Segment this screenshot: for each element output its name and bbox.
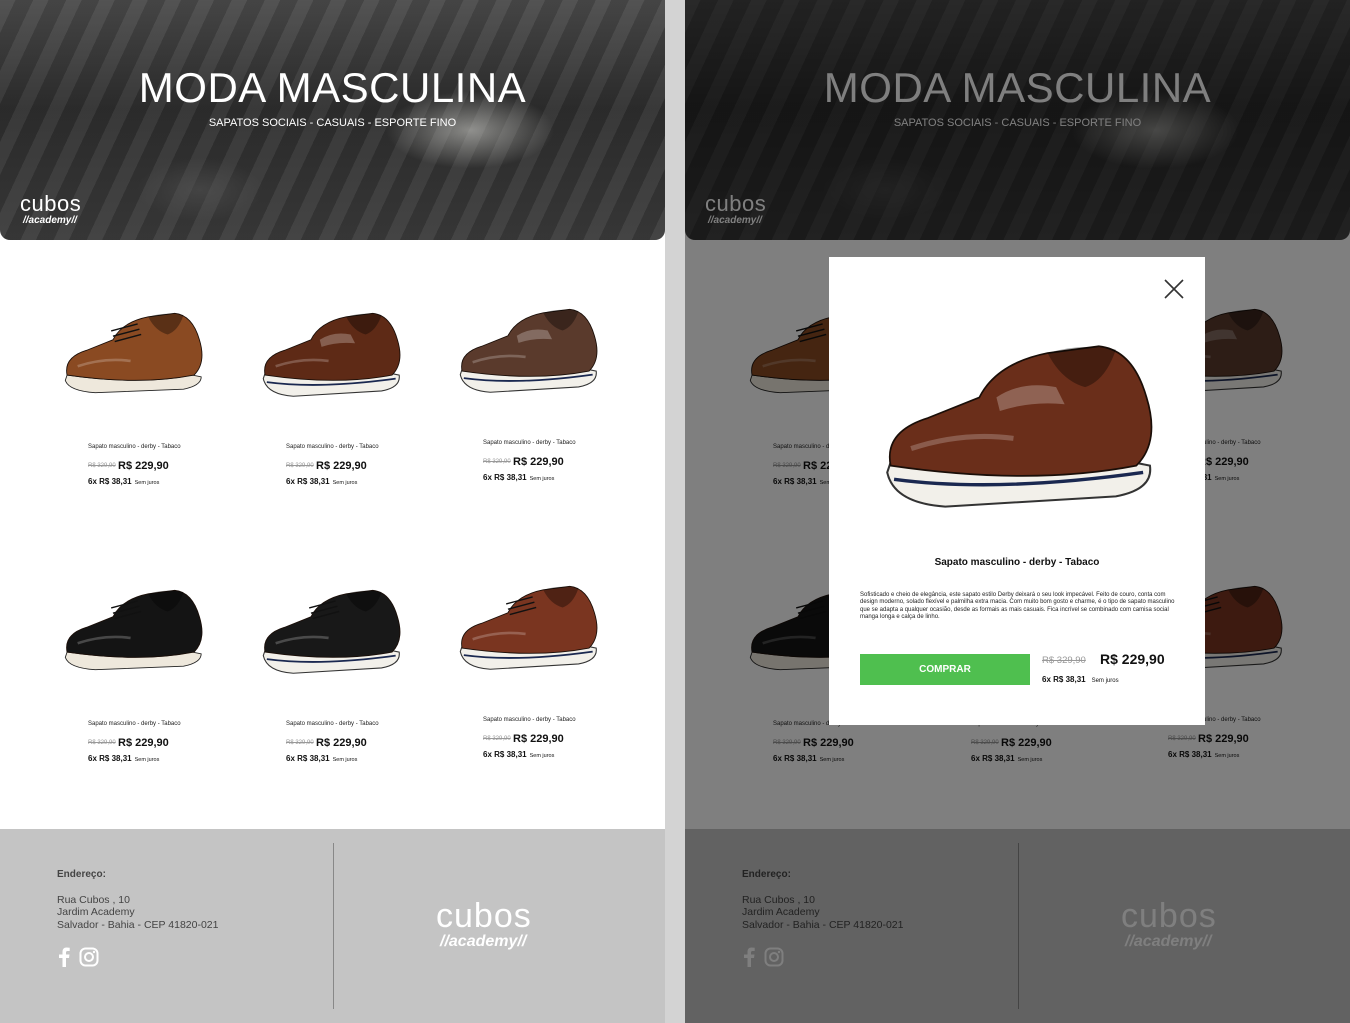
facebook-icon[interactable] bbox=[57, 947, 71, 967]
product-old-price: R$ 329,90 bbox=[483, 736, 511, 742]
product-image bbox=[459, 308, 598, 393]
modal-price: R$ 229,90 bbox=[1100, 651, 1165, 667]
product-installments: 6x R$ 38,31Sem juros bbox=[483, 750, 554, 759]
installments-value: 6x R$ 38,31 bbox=[483, 473, 527, 482]
product-name: Sapato masculino - derby - Tabaco bbox=[286, 444, 379, 450]
product-price: R$ 229,90 bbox=[316, 460, 367, 472]
footer-logo-word: cubos bbox=[436, 897, 532, 935]
product-image bbox=[262, 312, 401, 397]
product-old-price: R$ 329,90 bbox=[88, 740, 116, 746]
product-image bbox=[262, 589, 401, 674]
interest-free-label: Sem juros bbox=[529, 753, 555, 759]
product-price: R$ 229,90 bbox=[118, 737, 169, 749]
modal-product-name: Sapato masculino - derby - Tabaco bbox=[934, 557, 1100, 568]
installments-value: 6x R$ 38,31 bbox=[286, 754, 330, 763]
product-old-price: R$ 329,90 bbox=[286, 463, 314, 469]
product-price: R$ 229,90 bbox=[316, 737, 367, 749]
address-street: Rua Cubos , 10 bbox=[57, 894, 130, 906]
footer-divider bbox=[333, 843, 334, 1009]
product-image bbox=[64, 589, 203, 671]
product-image bbox=[64, 312, 203, 394]
installments-value: 6x R$ 38,31 bbox=[483, 750, 527, 759]
address-label: Endereço: bbox=[57, 869, 106, 880]
hero-banner: MODA MASCULINA SAPATOS SOCIAIS - CASUAIS … bbox=[0, 0, 665, 240]
site-footer: Endereço: Rua Cubos , 10Jardim AcademySal… bbox=[0, 829, 665, 1023]
product-price: R$ 229,90 bbox=[513, 456, 564, 468]
product-name: Sapato masculino - derby - Tabaco bbox=[88, 444, 181, 450]
interest-free-label: Sem juros bbox=[332, 757, 358, 763]
social-links bbox=[57, 947, 99, 967]
interest-free-label: Sem juros bbox=[134, 480, 160, 486]
address-city: Salvador - Bahia - CEP 41820-021 bbox=[57, 919, 219, 931]
address-district: Jardim Academy bbox=[57, 906, 135, 918]
page-title: MODA MASCULINA bbox=[138, 64, 527, 111]
product-installments: 6x R$ 38,31Sem juros bbox=[286, 754, 357, 763]
brand-logo: cubos//academy// bbox=[20, 191, 82, 227]
footer-logo-sub: //academy// bbox=[440, 933, 527, 950]
footer-logo: cubos//academy// bbox=[436, 899, 532, 951]
product-card[interactable]: Sapato masculino - derby - Tabaco R$ 329,… bbox=[60, 290, 230, 486]
storefront-page-with-modal: MODA MASCULINASAPATOS SOCIAIS - CASUAIS … bbox=[685, 0, 1350, 1023]
product-old-price: R$ 329,90 bbox=[286, 740, 314, 746]
product-installments: 6x R$ 38,31Sem juros bbox=[286, 477, 357, 486]
product-name: Sapato masculino - derby - Tabaco bbox=[88, 721, 181, 727]
product-card[interactable]: Sapato masculino - derby - Tabaco R$ 329,… bbox=[60, 567, 230, 763]
product-old-price: R$ 329,90 bbox=[88, 463, 116, 469]
modal-description: Sofisticado e cheio de elegância, este s… bbox=[860, 592, 1175, 621]
hero-subtitle: SAPATOS SOCIAIS - CASUAIS - ESPORTE FINO bbox=[208, 117, 457, 129]
installments-value: 6x R$ 38,31 bbox=[286, 477, 330, 486]
modal-old-price: R$ 329,90 bbox=[1042, 655, 1086, 666]
interest-free-label: Sem juros bbox=[134, 757, 160, 763]
product-card[interactable]: Sapato masculino - derby - Tabaco R$ 329,… bbox=[455, 563, 625, 759]
interest-free-label: Sem juros bbox=[529, 476, 555, 482]
installments-value: 6x R$ 38,31 bbox=[88, 754, 132, 763]
modal-interest-free-label: Sem juros bbox=[1091, 678, 1119, 684]
buy-button[interactable]: COMPRAR bbox=[860, 654, 1030, 685]
product-name: Sapato masculino - derby - Tabaco bbox=[286, 721, 379, 727]
product-name: Sapato masculino - derby - Tabaco bbox=[483, 717, 576, 723]
product-installments: 6x R$ 38,31Sem juros bbox=[483, 473, 554, 482]
installments-value: 6x R$ 38,31 bbox=[88, 477, 132, 486]
modal-installments-value: 6x R$ 38,31 bbox=[1042, 675, 1086, 684]
interest-free-label: Sem juros bbox=[332, 480, 358, 486]
product-price: R$ 229,90 bbox=[513, 733, 564, 745]
product-card[interactable]: Sapato masculino - derby - Tabaco R$ 329,… bbox=[258, 290, 428, 486]
product-card[interactable]: Sapato masculino - derby - Tabaco R$ 329,… bbox=[455, 286, 625, 482]
product-price: R$ 229,90 bbox=[118, 460, 169, 472]
product-installments: 6x R$ 38,31Sem juros bbox=[88, 754, 159, 763]
product-modal: Sapato masculino - derby - Tabaco Sofisti… bbox=[829, 257, 1205, 725]
storefront-page: MODA MASCULINA SAPATOS SOCIAIS - CASUAIS … bbox=[0, 0, 665, 1023]
brand-logo-sub: //academy// bbox=[23, 215, 77, 226]
modal-shoe-image bbox=[886, 345, 1153, 508]
close-icon[interactable] bbox=[1162, 277, 1186, 301]
modal-installments: 6x R$ 38,31 Sem juros bbox=[1042, 675, 1119, 684]
product-image bbox=[459, 585, 598, 670]
product-name: Sapato masculino - derby - Tabaco bbox=[483, 440, 576, 446]
product-old-price: R$ 329,90 bbox=[483, 459, 511, 465]
brand-logo-word: cubos bbox=[20, 191, 82, 216]
product-installments: 6x R$ 38,31Sem juros bbox=[88, 477, 159, 486]
product-card[interactable]: Sapato masculino - derby - Tabaco R$ 329,… bbox=[258, 567, 428, 763]
instagram-icon[interactable] bbox=[79, 947, 99, 967]
